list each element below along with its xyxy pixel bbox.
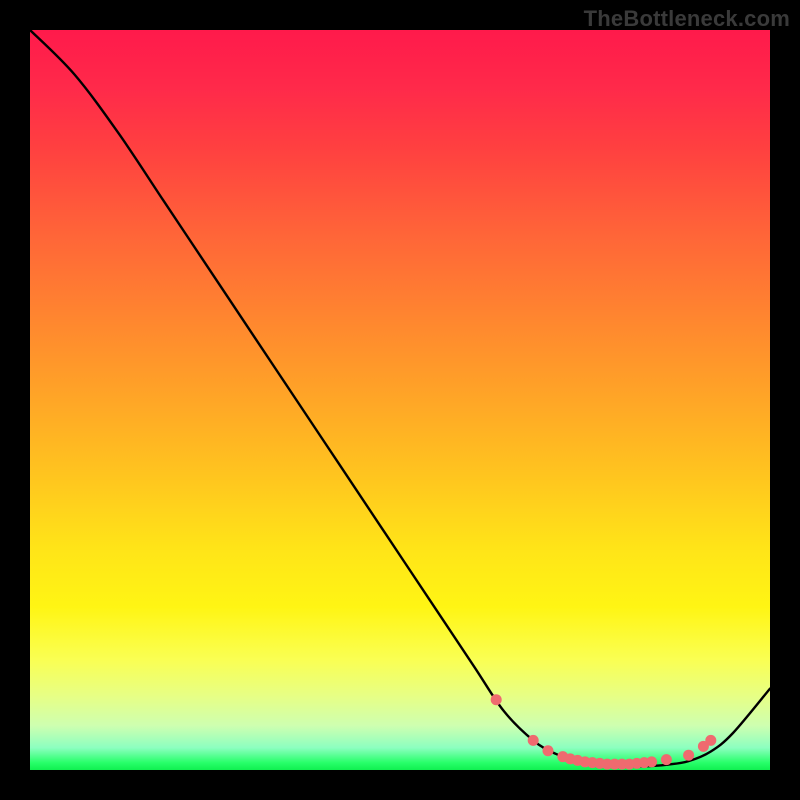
curve-marker [646,756,657,767]
curve-marker [683,750,694,761]
plot-area [30,30,770,770]
curve-marker [543,745,554,756]
watermark-text: TheBottleneck.com [584,6,790,32]
bottleneck-curve [30,30,770,766]
curve-marker [661,754,672,765]
curve-marker [705,735,716,746]
curve-marker [528,735,539,746]
curve-marker [491,694,502,705]
chart-svg [30,30,770,770]
